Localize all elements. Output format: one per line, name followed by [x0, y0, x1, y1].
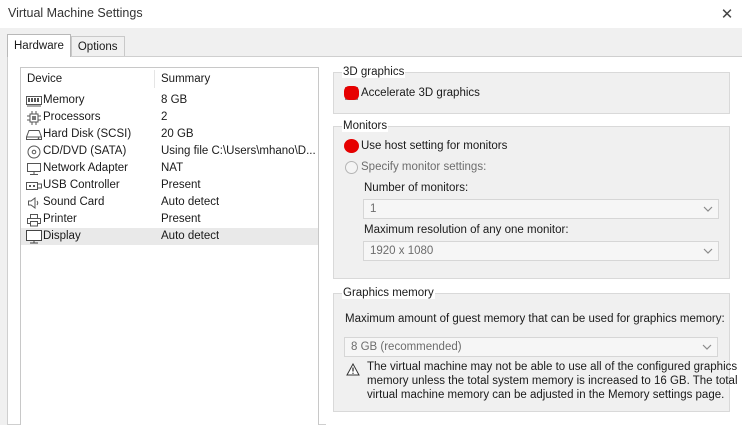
- device-row-printer[interactable]: Printer Present: [21, 211, 318, 228]
- specify-settings-label[interactable]: Specify monitor settings:: [361, 161, 486, 173]
- device-row-display[interactable]: Display Auto detect: [21, 228, 318, 245]
- device-name: Network Adapter: [43, 162, 129, 174]
- annotation-mark: [344, 86, 359, 100]
- speaker-icon: [26, 195, 42, 210]
- column-header-device[interactable]: Device: [27, 73, 62, 85]
- device-rows: Memory 8 GB Processors 2 Hard Disk (SCSI…: [21, 92, 318, 245]
- group-3d-graphics-label: 3D graphics: [342, 66, 406, 78]
- device-row-sound-card[interactable]: Sound Card Auto detect: [21, 194, 318, 211]
- device-summary: Auto detect: [161, 196, 220, 208]
- group-monitors-label: Monitors: [342, 120, 389, 132]
- device-list-header: Device Summary: [21, 68, 318, 90]
- device-name: Display: [43, 230, 81, 242]
- network-adapter-icon: [26, 161, 42, 176]
- chevron-down-icon: [703, 206, 713, 212]
- monitor-icon: [26, 229, 42, 244]
- group-3d-graphics: 3D graphics Accelerate 3D graphics: [333, 66, 730, 114]
- num-monitors-select[interactable]: 1: [363, 199, 719, 219]
- tab-strip: Hardware Options: [7, 34, 125, 57]
- device-summary: 2: [161, 111, 168, 123]
- graphics-memory-select[interactable]: 8 GB (recommended): [344, 337, 718, 357]
- max-resolution-label: Maximum resolution of any one monitor:: [364, 224, 569, 236]
- title-bar: Virtual Machine Settings ✕: [0, 0, 742, 28]
- tab-hardware-label: Hardware: [14, 40, 64, 52]
- group-graphics-memory-label: Graphics memory: [342, 287, 435, 299]
- num-monitors-label: Number of monitors:: [364, 182, 469, 194]
- warning-text-line-3: virtual machine memory can be adjusted i…: [367, 389, 725, 401]
- warning-text-line-2: memory unless the total system memory is…: [367, 375, 738, 387]
- usb-icon: [26, 178, 42, 193]
- group-monitors: Monitors Use host setting for monitors S…: [333, 120, 730, 279]
- memory-icon: [26, 93, 42, 108]
- device-name: Hard Disk (SCSI): [43, 128, 132, 140]
- warning-icon: [346, 362, 360, 377]
- device-name: Sound Card: [43, 196, 105, 208]
- device-row-network-adapter[interactable]: Network Adapter NAT: [21, 160, 318, 177]
- device-row-cd-dvd[interactable]: CD/DVD (SATA) Using file C:\Users\mhano\…: [21, 143, 318, 160]
- hardware-tab-panel: Device Summary Memory 8 GB Processors 2 …: [7, 56, 742, 425]
- device-summary: Present: [161, 213, 201, 225]
- accelerate-3d-label[interactable]: Accelerate 3D graphics: [361, 87, 480, 99]
- max-resolution-value: 1920 x 1080: [370, 245, 434, 257]
- group-graphics-memory: Graphics memory Maximum amount of guest …: [333, 287, 738, 412]
- tab-options[interactable]: Options: [70, 36, 125, 57]
- device-name: USB Controller: [43, 179, 120, 191]
- device-row-hard-disk[interactable]: Hard Disk (SCSI) 20 GB: [21, 126, 318, 143]
- use-host-label[interactable]: Use host setting for monitors: [361, 140, 507, 152]
- device-name: CD/DVD (SATA): [43, 145, 127, 157]
- vm-settings-window: Virtual Machine Settings ✕ Hardware Opti…: [0, 0, 742, 425]
- tab-hardware[interactable]: Hardware: [7, 34, 71, 57]
- window-title: Virtual Machine Settings: [8, 6, 143, 20]
- processor-icon: [26, 110, 42, 125]
- warning-text-line-1: The virtual machine may not be able to u…: [367, 361, 738, 373]
- device-summary: 8 GB: [161, 94, 188, 106]
- graphics-memory-description: Maximum amount of guest memory that can …: [345, 313, 725, 325]
- device-row-processors[interactable]: Processors 2: [21, 109, 318, 126]
- device-row-usb-controller[interactable]: USB Controller Present: [21, 177, 318, 194]
- tab-options-label: Options: [77, 41, 118, 53]
- close-button[interactable]: ✕: [712, 0, 742, 28]
- printer-icon: [26, 212, 42, 227]
- graphics-memory-value: 8 GB (recommended): [351, 341, 462, 353]
- device-name: Printer: [43, 213, 77, 225]
- device-summary: Auto detect: [161, 230, 220, 242]
- device-list[interactable]: Device Summary Memory 8 GB Processors 2 …: [20, 67, 319, 425]
- column-header-summary[interactable]: Summary: [161, 73, 210, 85]
- cd-dvd-icon: [26, 144, 42, 159]
- close-icon: ✕: [720, 6, 734, 23]
- num-monitors-value: 1: [370, 203, 377, 215]
- device-summary: Present: [161, 179, 201, 191]
- hard-disk-icon: [26, 127, 42, 142]
- device-name: Processors: [43, 111, 101, 123]
- column-separator[interactable]: [154, 70, 155, 88]
- device-summary: 20 GB: [161, 128, 194, 140]
- device-name: Memory: [43, 94, 85, 106]
- annotation-mark: [344, 139, 359, 153]
- chevron-down-icon: [702, 344, 712, 350]
- device-summary: NAT: [161, 162, 184, 174]
- device-row-memory[interactable]: Memory 8 GB: [21, 92, 318, 109]
- chevron-down-icon: [703, 248, 713, 254]
- max-resolution-select[interactable]: 1920 x 1080: [363, 241, 719, 261]
- specify-settings-radio[interactable]: [345, 161, 358, 174]
- device-summary: Using file C:\Users\mhano\D...: [161, 145, 316, 157]
